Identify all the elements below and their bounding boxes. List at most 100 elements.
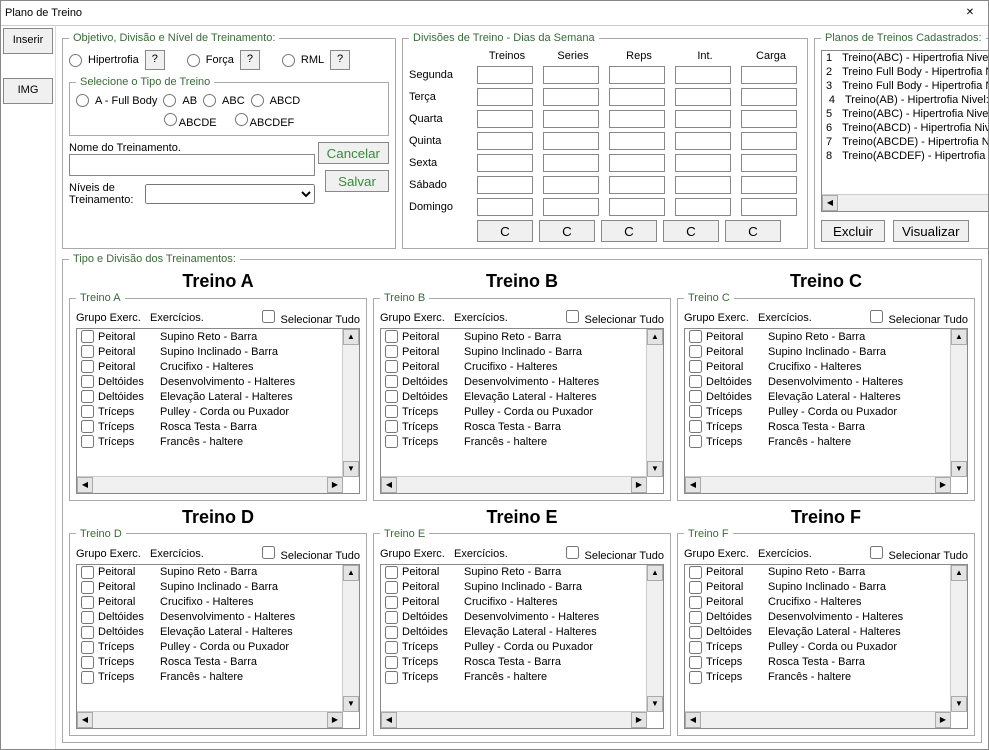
exercicio-checkbox[interactable] xyxy=(689,405,702,418)
exercicio-row[interactable]: PeitoralSupino Inclinado - Barra xyxy=(77,344,343,359)
exercicio-row[interactable]: DeltóidesElevação Lateral - Halteres xyxy=(685,389,951,404)
exercicio-row[interactable]: PeitoralSupino Inclinado - Barra xyxy=(381,580,647,595)
radio-abc[interactable]: ABC xyxy=(203,94,245,107)
scroll-right-icon[interactable]: ▶ xyxy=(327,712,343,728)
exercicio-checkbox[interactable] xyxy=(81,596,94,609)
exercicio-list[interactable]: PeitoralSupino Reto - BarraPeitoralSupin… xyxy=(380,564,664,730)
scroll-right-icon[interactable]: ▶ xyxy=(327,477,343,493)
day-cell-input[interactable] xyxy=(543,198,599,216)
exercicio-row[interactable]: DeltóidesDesenvolvimento - Halteres xyxy=(381,374,647,389)
scrollbar-v[interactable]: ▲▼ xyxy=(950,565,967,713)
exercicio-checkbox[interactable] xyxy=(689,656,702,669)
scroll-left-icon[interactable]: ◀ xyxy=(77,477,93,493)
day-cell-input[interactable] xyxy=(609,132,665,150)
nome-input[interactable] xyxy=(69,154,315,176)
scroll-left-icon[interactable]: ◀ xyxy=(685,712,701,728)
exercicio-checkbox[interactable] xyxy=(689,435,702,448)
scroll-up-icon[interactable]: ▲ xyxy=(343,329,359,345)
day-cell-input[interactable] xyxy=(675,176,731,194)
exercicio-row[interactable]: PeitoralCrucifixo - Halteres xyxy=(381,359,647,374)
scroll-left-icon[interactable]: ◀ xyxy=(77,712,93,728)
exercicio-checkbox[interactable] xyxy=(81,626,94,639)
day-cell-input[interactable] xyxy=(741,198,797,216)
day-cell-input[interactable] xyxy=(609,88,665,106)
niveis-select[interactable] xyxy=(145,184,315,204)
day-cell-input[interactable] xyxy=(609,154,665,172)
exercicio-checkbox[interactable] xyxy=(689,345,702,358)
exercicio-checkbox[interactable] xyxy=(689,375,702,388)
exercicio-checkbox[interactable] xyxy=(81,656,94,669)
exercicio-checkbox[interactable] xyxy=(689,566,702,579)
exercicio-checkbox[interactable] xyxy=(689,360,702,373)
exercicio-checkbox[interactable] xyxy=(689,671,702,684)
day-cell-input[interactable] xyxy=(609,66,665,84)
scroll-down-icon[interactable]: ▼ xyxy=(951,461,967,477)
exercicio-checkbox[interactable] xyxy=(385,611,398,624)
scrollbar-v[interactable]: ▲▼ xyxy=(342,329,359,477)
exercicio-row[interactable]: TrícepsFrancês - haltere xyxy=(685,434,951,449)
exercicio-list[interactable]: PeitoralSupino Reto - BarraPeitoralSupin… xyxy=(380,328,664,494)
exercicio-row[interactable]: PeitoralSupino Reto - Barra xyxy=(381,565,647,580)
scroll-up-icon[interactable]: ▲ xyxy=(647,565,663,581)
day-cell-input[interactable] xyxy=(543,176,599,194)
exercicio-row[interactable]: PeitoralCrucifixo - Halteres xyxy=(77,359,343,374)
visualizar-button[interactable]: Visualizar xyxy=(893,220,969,242)
day-cell-input[interactable] xyxy=(741,132,797,150)
day-cell-input[interactable] xyxy=(675,110,731,128)
exercicio-checkbox[interactable] xyxy=(385,360,398,373)
scroll-left-icon[interactable]: ◀ xyxy=(381,712,397,728)
radio-abcdef[interactable]: ABCDEF xyxy=(235,113,295,129)
planos-list-item[interactable]: 8Treino(ABCDEF) - Hipertrofia Nivel: Ava… xyxy=(822,149,988,163)
scroll-down-icon[interactable]: ▼ xyxy=(343,696,359,712)
exercicio-row[interactable]: DeltóidesElevação Lateral - Halteres xyxy=(381,389,647,404)
exercicio-row[interactable]: TrícepsRosca Testa - Barra xyxy=(77,419,343,434)
day-cell-input[interactable] xyxy=(477,110,533,128)
scrollbar-h[interactable]: ◀▶ xyxy=(685,711,951,728)
planos-list-item[interactable]: 2Treino Full Body - Hipertrofia Nivel: A… xyxy=(822,65,988,79)
day-cell-input[interactable] xyxy=(543,88,599,106)
scroll-down-icon[interactable]: ▼ xyxy=(343,461,359,477)
selecionar-tudo-checkbox[interactable]: Selecionar Tudo xyxy=(870,310,968,326)
scrollbar-v[interactable]: ▲▼ xyxy=(646,329,663,477)
inserir-button[interactable]: Inserir xyxy=(3,28,53,54)
scroll-left-icon[interactable]: ◀ xyxy=(381,477,397,493)
exercicio-row[interactable]: DeltóidesElevação Lateral - Halteres xyxy=(77,625,343,640)
exercicio-checkbox[interactable] xyxy=(689,626,702,639)
exercicio-checkbox[interactable] xyxy=(81,611,94,624)
exercicio-row[interactable]: DeltóidesDesenvolvimento - Halteres xyxy=(685,374,951,389)
selecionar-tudo-checkbox[interactable]: Selecionar Tudo xyxy=(262,546,360,562)
exercicio-checkbox[interactable] xyxy=(81,390,94,403)
scrollbar-v[interactable]: ▲▼ xyxy=(342,565,359,713)
exercicio-checkbox[interactable] xyxy=(81,405,94,418)
exercicio-row[interactable]: DeltóidesDesenvolvimento - Halteres xyxy=(77,374,343,389)
scrollbar-h[interactable]: ◀▶ xyxy=(381,711,647,728)
planos-list-item[interactable]: 3Treino Full Body - Hipertrofia Nivel: A… xyxy=(822,79,988,93)
day-cell-input[interactable] xyxy=(609,110,665,128)
exercicio-checkbox[interactable] xyxy=(689,641,702,654)
scroll-up-icon[interactable]: ▲ xyxy=(343,565,359,581)
day-cell-input[interactable] xyxy=(741,110,797,128)
selecionar-tudo-checkbox[interactable]: Selecionar Tudo xyxy=(566,546,664,562)
exercicio-row[interactable]: PeitoralSupino Reto - Barra xyxy=(685,329,951,344)
scroll-right-icon[interactable]: ▶ xyxy=(935,477,951,493)
scroll-right-icon[interactable]: ▶ xyxy=(631,477,647,493)
exercicio-row[interactable]: PeitoralSupino Inclinado - Barra xyxy=(381,344,647,359)
exercicio-row[interactable]: DeltóidesDesenvolvimento - Halteres xyxy=(77,610,343,625)
day-cell-input[interactable] xyxy=(675,198,731,216)
exercicio-checkbox[interactable] xyxy=(385,390,398,403)
cancelar-button[interactable]: Cancelar xyxy=(318,142,389,164)
exercicio-row[interactable]: PeitoralSupino Inclinado - Barra xyxy=(685,580,951,595)
exercicio-row[interactable]: PeitoralCrucifixo - Halteres xyxy=(685,595,951,610)
planos-list-item[interactable]: 4Treino(AB) - Hipertrofia Nivel: Avançad… xyxy=(822,93,988,107)
scroll-down-icon[interactable]: ▼ xyxy=(951,696,967,712)
day-cell-input[interactable] xyxy=(477,132,533,150)
exercicio-row[interactable]: PeitoralSupino Reto - Barra xyxy=(77,329,343,344)
day-cell-input[interactable] xyxy=(543,66,599,84)
exercicio-checkbox[interactable] xyxy=(385,596,398,609)
scroll-up-icon[interactable]: ▲ xyxy=(951,329,967,345)
exercicio-row[interactable]: DeltóidesElevação Lateral - Halteres xyxy=(77,389,343,404)
exercicio-checkbox[interactable] xyxy=(81,581,94,594)
exercicio-checkbox[interactable] xyxy=(385,641,398,654)
radio-abcd[interactable]: ABCD xyxy=(251,94,301,107)
exercicio-row[interactable]: TrícepsFrancês - haltere xyxy=(381,434,647,449)
